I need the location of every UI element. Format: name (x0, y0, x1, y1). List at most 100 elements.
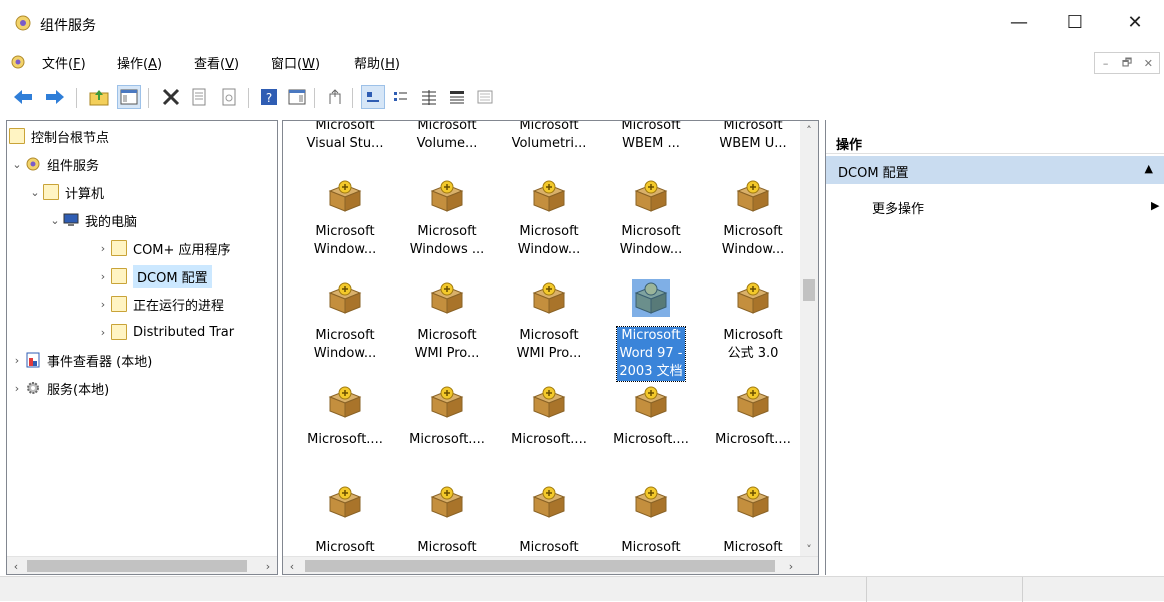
mdi-close-button[interactable]: ✕ (1138, 53, 1159, 73)
delete-icon[interactable] (160, 86, 182, 108)
dcom-app-item[interactable]: Microsoft WBEM ... (601, 121, 701, 153)
export-list-icon[interactable] (474, 86, 496, 108)
scroll-left-icon[interactable]: ‹ (283, 557, 301, 574)
chevron-right-icon[interactable]: › (9, 354, 25, 367)
maximize-button[interactable]: ☐ (1052, 6, 1098, 38)
dcom-app-item[interactable]: Microsoft (397, 539, 497, 557)
tree-item-console-root[interactable]: 控制台根节点 (9, 125, 109, 147)
chevron-right-icon[interactable]: › (9, 382, 25, 395)
submenu-arrow-icon[interactable]: ▶ (1151, 199, 1159, 212)
tree-item-services[interactable]: › 服务(本地) (9, 377, 109, 399)
tree-item-component-services[interactable]: ⌄ 组件服务 (9, 153, 99, 175)
dcom-app-item[interactable]: Microsoft WMI Pro... (499, 327, 599, 363)
menu-file[interactable]: 文件(F) (42, 53, 86, 72)
package-icon[interactable] (734, 279, 772, 317)
dcom-app-item[interactable]: Microsoft Word 97 - 2003 文档 (601, 326, 701, 382)
back-icon[interactable] (12, 86, 34, 108)
chevron-right-icon[interactable]: › (95, 270, 111, 283)
close-button[interactable]: ✕ (1112, 6, 1158, 38)
menu-view[interactable]: 查看(V) (194, 53, 239, 72)
dcom-app-item[interactable]: Microsoft.... (295, 431, 395, 449)
more-actions-item[interactable]: 更多操作 (872, 198, 924, 217)
dcom-app-item[interactable]: Microsoft (295, 539, 395, 557)
dcom-app-item[interactable]: Microsoft.... (397, 431, 497, 449)
tree-item-distributed-transaction[interactable]: › Distributed Trar (95, 321, 234, 343)
scroll-left-icon[interactable]: ‹ (7, 557, 25, 574)
package-icon[interactable] (428, 177, 466, 215)
dcom-app-item[interactable]: Microsoft Window... (295, 327, 395, 363)
help-icon[interactable]: ? (258, 86, 280, 108)
package-icon[interactable] (632, 177, 670, 215)
dcom-app-item[interactable]: Microsoft.... (703, 431, 803, 449)
system-menu-icon[interactable] (10, 54, 26, 70)
dcom-app-item[interactable]: Microsoft.... (601, 431, 701, 449)
dcom-app-item[interactable]: Microsoft.... (499, 431, 599, 449)
dcom-app-item[interactable]: Microsoft Window... (601, 223, 701, 259)
package-icon[interactable] (326, 383, 364, 421)
large-icons-view-icon[interactable] (361, 85, 385, 109)
dcom-app-item[interactable]: Microsoft Window... (295, 223, 395, 259)
mdi-minimize-button[interactable]: – (1095, 53, 1116, 73)
chevron-right-icon[interactable]: › (95, 326, 111, 339)
chevron-down-icon[interactable]: ⌄ (47, 214, 63, 227)
show-action-pane-icon[interactable] (286, 86, 308, 108)
new-window-icon[interactable] (324, 86, 346, 108)
scroll-thumb[interactable] (27, 560, 247, 572)
package-icon[interactable] (632, 383, 670, 421)
dcom-app-item[interactable]: Microsoft 公式 3.0 (703, 327, 803, 363)
detail-view-icon[interactable] (446, 86, 468, 108)
show-hide-tree-icon[interactable] (117, 85, 141, 109)
dcom-app-item[interactable]: Microsoft (499, 539, 599, 557)
list-view-icon[interactable] (418, 86, 440, 108)
tree-horizontal-scrollbar[interactable]: ‹ › (7, 556, 277, 574)
package-icon[interactable] (734, 177, 772, 215)
tree-item-com-applications[interactable]: › COM+ 应用程序 (95, 237, 231, 259)
package-icon[interactable] (326, 177, 364, 215)
package-icon[interactable] (428, 279, 466, 317)
tree-item-running-processes[interactable]: › 正在运行的进程 (95, 293, 224, 315)
dcom-app-item[interactable]: Microsoft Volume... (397, 121, 497, 153)
menu-action[interactable]: 操作(A) (117, 53, 162, 72)
dcom-app-item[interactable]: Microsoft WBEM U... (703, 121, 803, 153)
package-icon[interactable] (530, 483, 568, 521)
dcom-app-item[interactable]: Microsoft (601, 539, 701, 557)
package-icon[interactable] (530, 177, 568, 215)
dcom-app-item[interactable]: Microsoft Volumetri... (499, 121, 599, 153)
dcom-app-item[interactable]: Microsoft Window... (499, 223, 599, 259)
dcom-app-item[interactable]: Microsoft Windows ... (397, 223, 497, 259)
refresh-icon[interactable] (218, 86, 240, 108)
dcom-app-item[interactable]: Microsoft Window... (703, 223, 803, 259)
minimize-button[interactable]: — (996, 6, 1042, 38)
scroll-up-icon[interactable]: ˄ (800, 121, 818, 139)
menu-help[interactable]: 帮助(H) (354, 53, 400, 72)
tree-item-event-viewer[interactable]: › 事件查看器 (本地) (9, 349, 152, 371)
scroll-right-icon[interactable]: › (782, 557, 800, 574)
dcom-app-item[interactable]: Microsoft Visual Stu... (295, 121, 395, 153)
chevron-down-icon[interactable]: ⌄ (9, 158, 25, 171)
package-icon[interactable] (734, 383, 772, 421)
chevron-right-icon[interactable]: › (95, 242, 111, 255)
scroll-right-icon[interactable]: › (259, 557, 277, 574)
result-vertical-scrollbar[interactable]: ˄ ˅ (800, 121, 818, 558)
package-icon[interactable] (734, 483, 772, 521)
forward-icon[interactable] (44, 86, 66, 108)
up-folder-icon[interactable] (88, 86, 110, 108)
package-icon[interactable] (530, 383, 568, 421)
small-icons-view-icon[interactable] (390, 86, 412, 108)
package-icon[interactable] (428, 483, 466, 521)
package-icon[interactable] (530, 279, 568, 317)
chevron-right-icon[interactable]: › (95, 298, 111, 311)
collapse-up-icon[interactable]: ▲ (1145, 162, 1153, 175)
package-icon[interactable] (326, 279, 364, 317)
package-icon[interactable] (632, 483, 670, 521)
tree-item-dcom-config[interactable]: › DCOM 配置 (95, 264, 245, 288)
package-icon[interactable] (326, 483, 364, 521)
dcom-app-item[interactable]: Microsoft (703, 539, 803, 557)
menu-window[interactable]: 窗口(W) (271, 53, 320, 72)
result-horizontal-scrollbar[interactable]: ‹ › (283, 556, 818, 574)
package-icon[interactable] (632, 279, 670, 317)
mdi-restore-button[interactable]: 🗗 (1116, 53, 1137, 73)
actions-section-dcom[interactable]: DCOM 配置 ▲ (826, 156, 1164, 184)
scroll-thumb[interactable] (305, 560, 775, 572)
package-icon[interactable] (428, 383, 466, 421)
